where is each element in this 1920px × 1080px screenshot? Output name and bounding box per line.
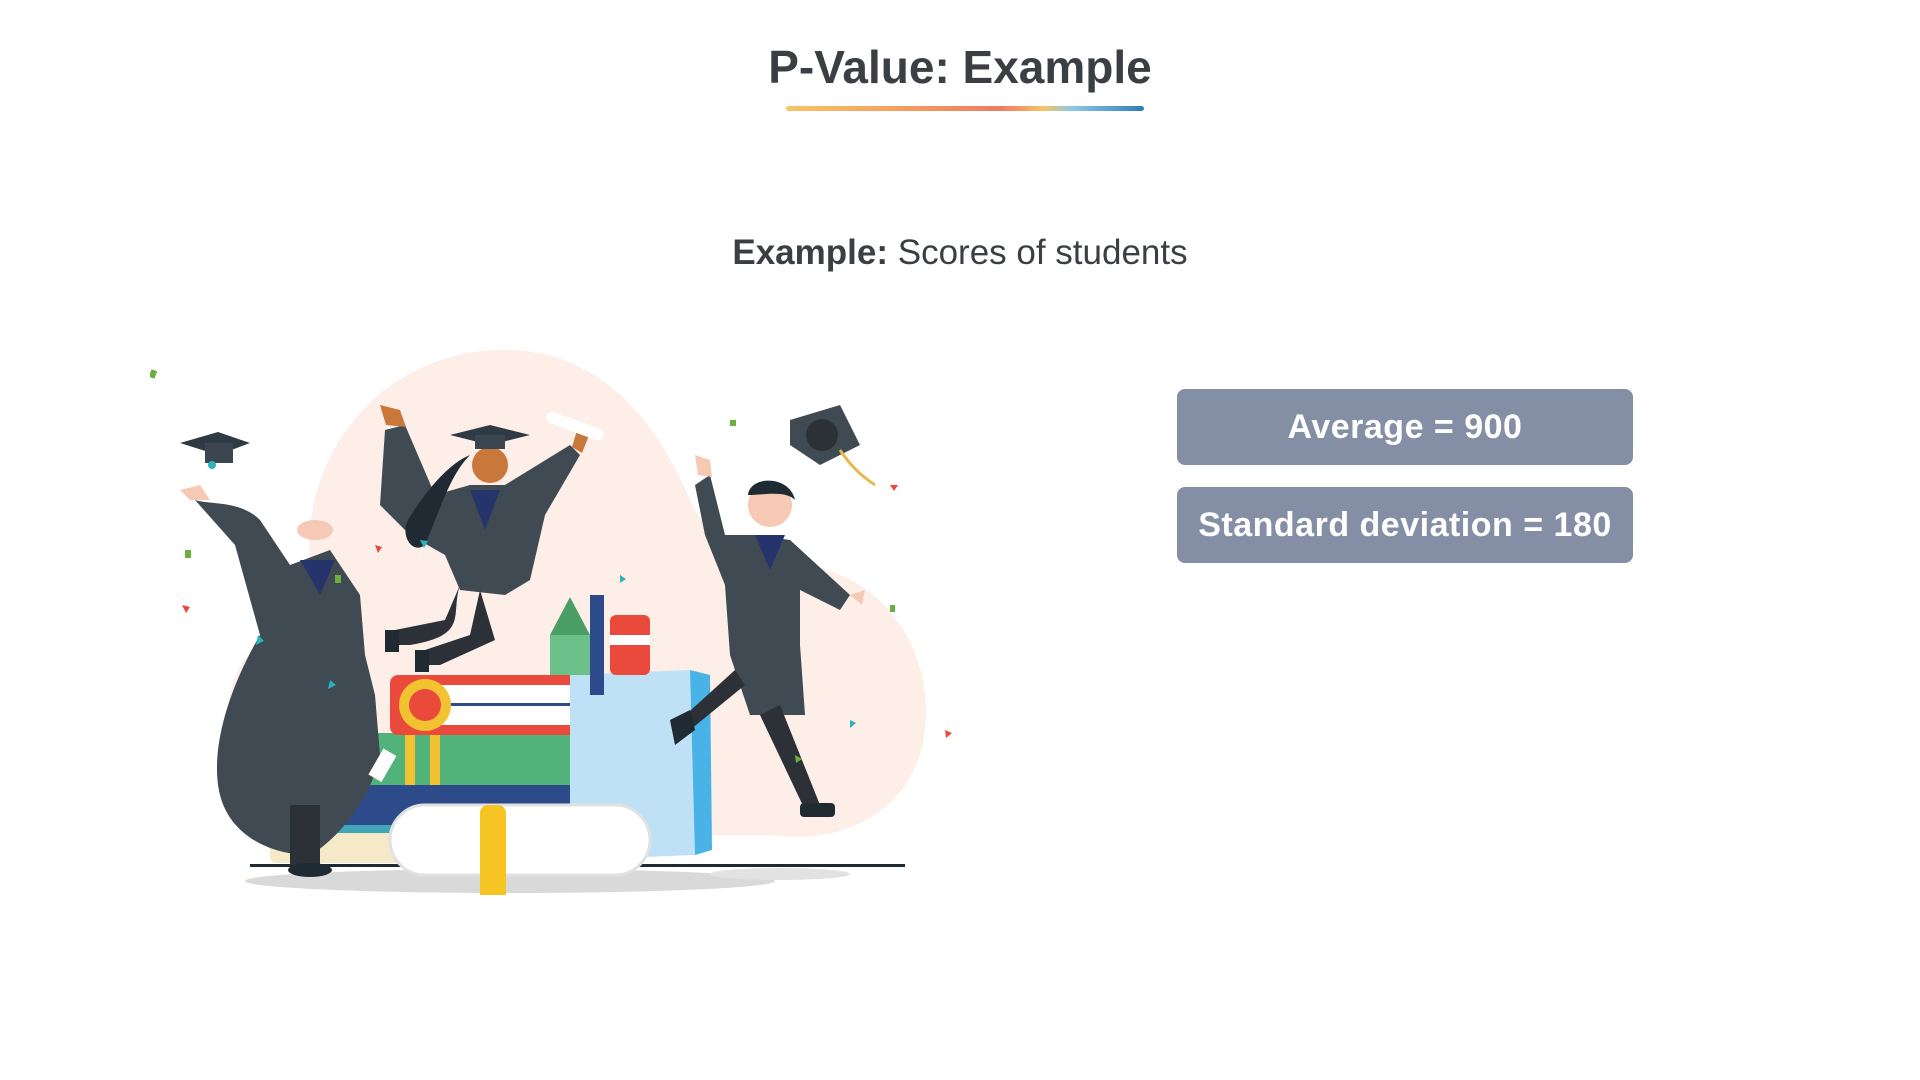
diploma-scroll	[388, 803, 652, 877]
flying-cap-right	[790, 405, 876, 487]
average-stat-box: Average = 900	[1177, 389, 1633, 465]
ground-shadow-right	[710, 868, 850, 880]
example-label: Example:	[732, 233, 888, 272]
standard-deviation-stat-box: Standard deviation = 180	[1177, 487, 1633, 563]
graduation-illustration-svg	[148, 349, 952, 910]
example-text: Scores of students	[888, 233, 1188, 272]
flying-cap-left	[180, 432, 250, 469]
graduation-celebration-illustration	[148, 335, 970, 910]
title-underline	[786, 106, 1144, 111]
slide-title: P-Value: Example	[768, 41, 1152, 93]
example-subtitle: Example: Scores of students	[0, 233, 1920, 273]
